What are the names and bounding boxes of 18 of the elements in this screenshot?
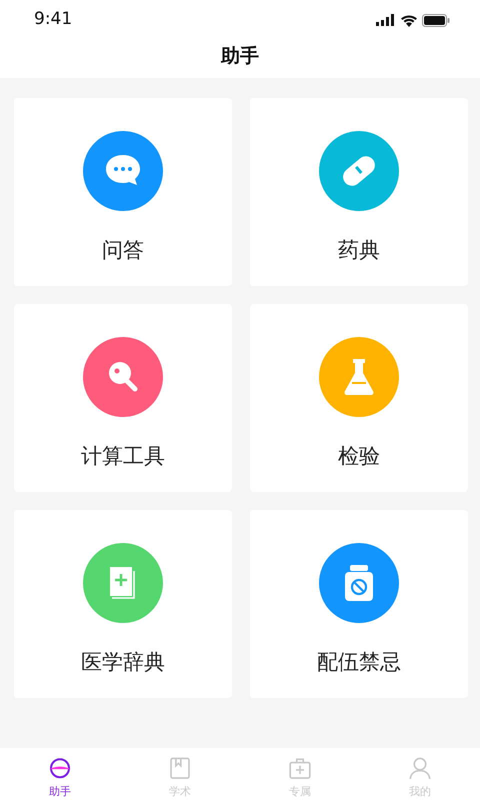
tool-card[interactable]: 检验 — [250, 304, 468, 492]
tool-label: 检验 — [338, 443, 380, 470]
battery-icon — [422, 14, 450, 26]
tab-bar-item[interactable]: 助手 — [0, 748, 120, 800]
tool-label: 配伍禁忌 — [317, 649, 401, 676]
tool-label: 计算工具 — [81, 443, 165, 470]
tool-label: 问答 — [102, 237, 144, 264]
page-title: 助手 — [221, 44, 259, 69]
wifi-icon — [400, 14, 418, 26]
tool-card[interactable]: 药典 — [250, 98, 468, 286]
tool-card[interactable]: 问答 — [14, 98, 232, 286]
status-time: 9:41 — [34, 8, 72, 32]
tool-label: 医学辞典 — [81, 649, 165, 676]
tool-card[interactable]: 计算工具 — [14, 304, 232, 492]
tool-label: 药典 — [338, 237, 380, 264]
tool-card[interactable]: 医学辞典 — [14, 510, 232, 698]
tool-card[interactable]: 配伍禁忌 — [250, 510, 468, 698]
signal-icon — [376, 14, 396, 26]
